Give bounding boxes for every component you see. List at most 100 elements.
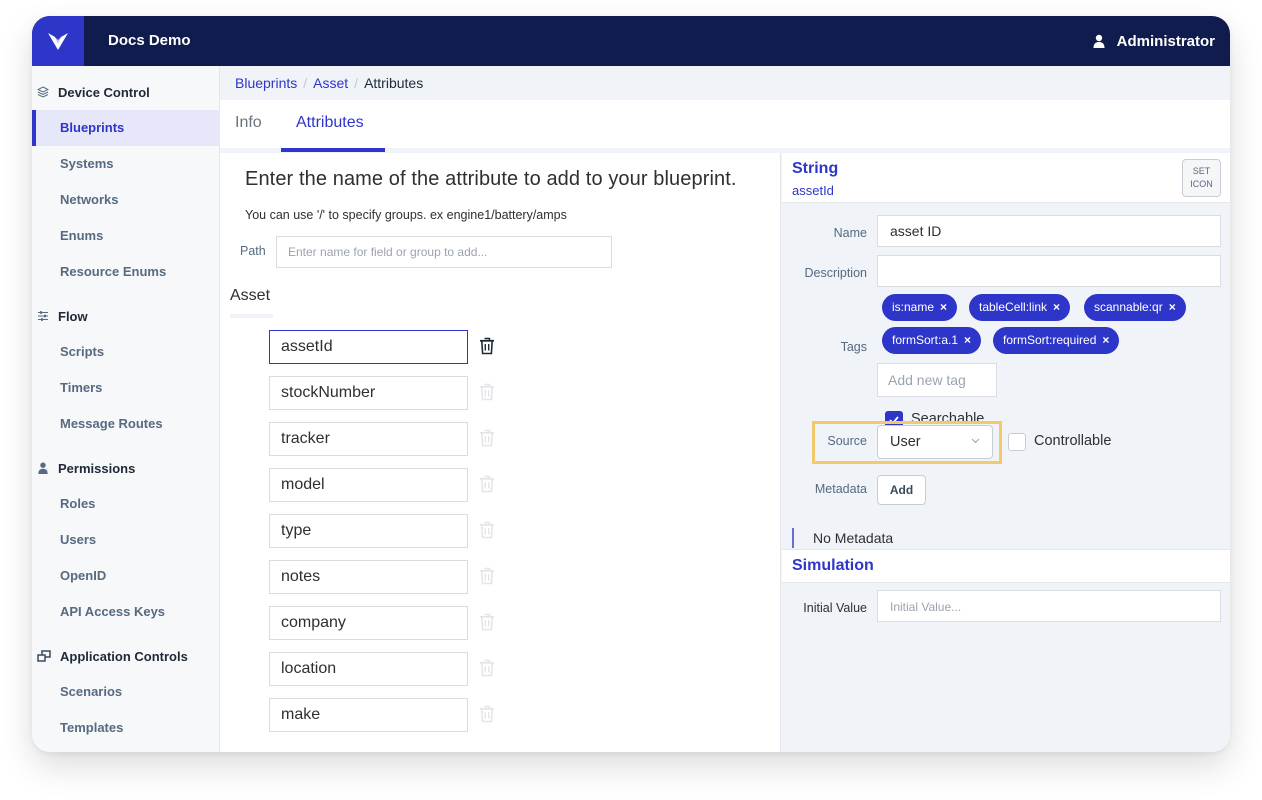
remove-tag-icon[interactable]: × [1102,327,1109,354]
tags-label: Tags [840,340,867,354]
trash-icon[interactable] [479,475,497,495]
sidebar-item-scenarios[interactable]: Scenarios [32,674,220,710]
simulation-header: Simulation [782,549,1230,583]
trash-icon[interactable] [479,383,497,403]
chevron-down-icon [971,426,980,458]
set-icon-label-1: SET [1192,166,1211,176]
group-label[interactable]: Asset [230,287,270,305]
tag-chip: formSort:required × [993,327,1120,354]
logo[interactable] [32,16,84,66]
sidebar-section-application-controls[interactable]: Application Controls [32,638,220,674]
sliders-icon [37,310,49,322]
breadcrumb-blueprints[interactable]: Blueprints [235,75,297,91]
path-label: Path [240,244,266,258]
tab-attributes[interactable]: Attributes [296,100,364,148]
sidebar-item-timers[interactable]: Timers [32,370,220,406]
sidebar-item-openid[interactable]: OpenID [32,558,220,594]
tag-label: tableCell:link [979,300,1048,314]
tag-label: formSort:required [1003,333,1097,347]
attribute-row [269,376,529,410]
app-window: Docs Demo Administrator Device Control B… [32,16,1230,752]
attribute-name-input[interactable] [269,514,468,548]
add-tag-input[interactable] [877,363,997,397]
sidebar-item-blueprints[interactable]: Blueprints [32,110,220,146]
trash-icon[interactable] [479,613,497,633]
attribute-row [269,514,529,548]
attribute-name-input[interactable] [269,560,468,594]
attributes-pane: Enter the name of the attribute to add t… [220,153,781,752]
sidebar-item-api-access-keys[interactable]: API Access Keys [32,594,220,630]
sidebar-item-templates[interactable]: Templates [32,710,220,746]
set-icon-button[interactable]: SET ICON [1182,159,1221,197]
sidebar-item-message-routes[interactable]: Message Routes [32,406,220,442]
attribute-name-input[interactable] [269,376,468,410]
breadcrumb-separator: / [303,75,308,91]
remove-tag-icon[interactable]: × [964,327,971,354]
top-bar: Docs Demo Administrator [32,16,1230,66]
main-content: Blueprints / Asset / Attributes Info Attribu… [220,66,1230,752]
sidebar-item-roles[interactable]: Roles [32,486,220,522]
sidebar-item-networks[interactable]: Networks [32,182,220,218]
trash-icon[interactable] [479,567,497,587]
add-metadata-button[interactable]: Add [877,475,926,505]
source-select[interactable]: User [877,425,993,459]
layers-icon [37,86,49,98]
group-underline [230,314,273,318]
attribute-row [269,330,529,364]
tag-chip: tableCell:link × [969,294,1071,321]
path-input[interactable] [276,236,612,268]
attribute-name-input[interactable] [269,468,468,502]
attribute-name-input[interactable] [269,422,468,456]
name-label: Name [833,226,867,240]
attribute-row [269,698,529,732]
attribute-name-input[interactable] [269,330,468,364]
attribute-row [269,652,529,686]
app-title: Docs Demo [108,32,191,49]
sidebar-section-flow[interactable]: Flow [32,298,220,334]
controllable-checkbox[interactable] [1008,433,1026,451]
metadata-label: Metadata [814,482,867,496]
attribute-name-input[interactable] [269,652,468,686]
sidebar-item-resource-enums[interactable]: Resource Enums [32,254,220,290]
attribute-row [269,422,529,456]
attribute-detail-pane: String assetId SET ICON Name Description… [782,153,1230,752]
trash-icon[interactable] [479,705,497,725]
name-input[interactable] [877,215,1221,247]
simulation-title: Simulation [792,557,874,574]
no-metadata-text: No Metadata [813,530,894,546]
sidebar-item-systems[interactable]: Systems [32,146,220,182]
tab-info[interactable]: Info [235,100,262,148]
user-icon [1093,34,1105,48]
remove-tag-icon[interactable]: × [1169,294,1176,321]
section-label: Application Controls [60,648,188,664]
remove-tag-icon[interactable]: × [1053,294,1060,321]
trash-icon[interactable] [479,429,497,449]
description-input[interactable] [877,255,1221,287]
description-label: Description [804,266,867,280]
logo-icon [48,33,68,50]
sidebar-item-enums[interactable]: Enums [32,218,220,254]
tag-label: is:name [892,300,935,314]
trash-icon[interactable] [479,659,497,679]
attribute-name-input[interactable] [269,606,468,640]
trash-icon[interactable] [479,521,497,541]
sidebar-section-permissions[interactable]: Permissions [32,450,220,486]
trash-icon[interactable] [479,337,497,357]
initial-value-label: Initial Value [803,601,867,615]
sidebar-section-device-control[interactable]: Device Control [32,74,220,110]
attribute-name-input[interactable] [269,698,468,732]
attribute-type: String [792,160,839,177]
attribute-row [269,606,529,640]
add-attribute-hint: You can use '/' to specify groups. ex en… [245,208,567,222]
sidebar-item-users[interactable]: Users [32,522,220,558]
breadcrumb-asset[interactable]: Asset [313,75,348,91]
add-attribute-title: Enter the name of the attribute to add t… [245,168,737,190]
section-label: Permissions [58,460,136,476]
tag-chip: formSort:a.1 × [882,327,982,354]
sidebar-item-scripts[interactable]: Scripts [32,334,220,370]
remove-tag-icon[interactable]: × [940,294,947,321]
breadcrumb-current: Attributes [364,75,424,91]
breadcrumb-separator: / [354,75,359,91]
user-menu[interactable]: Administrator [1093,16,1215,66]
initial-value-input[interactable] [877,590,1221,622]
